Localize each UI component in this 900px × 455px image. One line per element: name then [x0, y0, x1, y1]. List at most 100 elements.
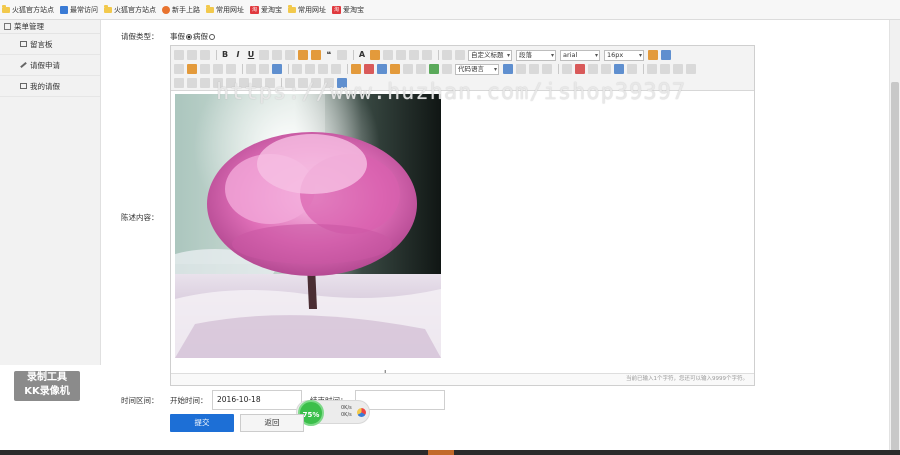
row-spacing-icon[interactable]	[442, 50, 452, 60]
time-range-label: 时间区间：	[121, 396, 159, 405]
insert-frame-icon[interactable]	[403, 64, 413, 74]
select-all-icon[interactable]	[409, 50, 419, 60]
scrollbar-thumb[interactable]	[891, 82, 899, 455]
heading-select[interactable]: 自定义标题	[468, 49, 512, 61]
browser-logo-icon	[357, 408, 366, 417]
pasteplain-icon[interactable]	[337, 50, 347, 60]
superscript-icon[interactable]	[272, 50, 282, 60]
page-scrollbar[interactable]	[889, 20, 900, 455]
screenshot-icon[interactable]	[377, 64, 387, 74]
format-painter-icon[interactable]	[298, 50, 308, 60]
back-button[interactable]: 返回	[240, 414, 304, 432]
fullscreen-icon[interactable]	[661, 50, 671, 60]
strike-icon[interactable]	[259, 50, 269, 60]
recorder-watermark: 录制工具 KK录像机	[14, 371, 80, 401]
redo-icon[interactable]	[200, 50, 210, 60]
line-height-icon[interactable]	[455, 50, 465, 60]
music-icon[interactable]	[516, 64, 526, 74]
start-time-label: 开始时间：	[170, 396, 208, 405]
folder-icon	[288, 4, 296, 13]
align-right-icon[interactable]	[213, 64, 223, 74]
url-watermark: https://www.huzhan.com/ishop39397	[216, 80, 687, 105]
radio-personal-leave[interactable]	[186, 34, 192, 40]
sidebar-header[interactable]: 菜单管理	[0, 20, 100, 34]
subscript-icon[interactable]	[285, 50, 295, 60]
sidebar-item-message-board[interactable]: 留言板	[0, 34, 100, 55]
clear-doc-icon[interactable]	[422, 50, 432, 60]
submit-button[interactable]: 提交	[170, 414, 234, 432]
sidebar-item-my-leave[interactable]: 我的请假	[0, 76, 100, 97]
horizontal-rule-icon[interactable]	[562, 64, 572, 74]
bookmark-item[interactable]: 火狐官方站点	[2, 4, 54, 15]
bookmark-item[interactable]: 淘爱淘宝	[332, 5, 364, 15]
font-size-select[interactable]: 16px	[604, 49, 644, 61]
delete-col-icon[interactable]	[187, 78, 197, 88]
merge-cells-icon[interactable]	[200, 78, 210, 88]
font-color-icon[interactable]: A	[357, 50, 367, 60]
wordimage-icon[interactable]	[627, 64, 637, 74]
indent-icon[interactable]	[174, 64, 184, 74]
clear-format-icon[interactable]	[311, 50, 321, 60]
source-icon[interactable]	[174, 50, 184, 60]
insert-code-icon[interactable]	[416, 64, 426, 74]
quote-icon[interactable]: ❝	[324, 50, 334, 60]
undo-icon[interactable]	[187, 50, 197, 60]
template-icon[interactable]	[442, 64, 452, 74]
sidebar-item-leave-request[interactable]: 请假申请	[0, 55, 100, 76]
image-center-icon[interactable]	[331, 64, 341, 74]
page-break-icon[interactable]	[429, 64, 439, 74]
image-left-icon[interactable]	[305, 64, 315, 74]
editor-content-area[interactable]	[171, 92, 754, 372]
message-icon	[20, 41, 27, 47]
anchor-icon[interactable]	[272, 64, 282, 74]
font-family-select[interactable]: arial	[560, 49, 600, 61]
direction-icon[interactable]	[648, 50, 658, 60]
menu-icon	[4, 23, 11, 30]
delete-row-icon[interactable]	[686, 64, 696, 74]
sidebar: 菜单管理 留言板 请假申请 我的请假	[0, 20, 101, 365]
insert-row-icon[interactable]	[673, 64, 683, 74]
delete-table-icon[interactable]	[660, 64, 670, 74]
insert-col-icon[interactable]	[174, 78, 184, 88]
background-icon[interactable]	[542, 64, 552, 74]
ordered-list-icon[interactable]	[383, 50, 393, 60]
bookmark-item[interactable]: 淘爱淘宝	[250, 5, 282, 15]
pen-icon	[20, 61, 27, 69]
start-time-input[interactable]: 2016-10-18	[212, 390, 302, 410]
time-icon[interactable]	[588, 64, 598, 74]
network-speed-widget[interactable]: 75% 0K/s 0K/s	[296, 400, 370, 426]
align-left-icon[interactable]	[187, 64, 197, 74]
bookmark-item[interactable]: 火狐官方站点	[104, 4, 156, 15]
bookmark-item[interactable]: 最常访问	[60, 5, 98, 15]
blossom-tree-image[interactable]	[175, 94, 441, 358]
unlink-icon[interactable]	[259, 64, 269, 74]
italic-icon[interactable]: I	[233, 50, 243, 60]
paragraph-select[interactable]: 段落	[516, 49, 556, 61]
align-center-icon[interactable]	[200, 64, 210, 74]
unordered-list-icon[interactable]	[396, 50, 406, 60]
bookmark-item[interactable]: 新手上路	[162, 5, 200, 15]
folder-icon	[2, 4, 10, 13]
date-icon[interactable]	[575, 64, 585, 74]
taskbar-item[interactable]	[428, 450, 454, 455]
emotion-icon[interactable]	[364, 64, 374, 74]
insert-table-icon[interactable]	[647, 64, 657, 74]
radio-sick-leave[interactable]	[209, 34, 215, 40]
underline-icon[interactable]: U	[246, 50, 256, 60]
image-right-icon[interactable]	[318, 64, 328, 74]
image-icon[interactable]	[351, 64, 361, 74]
bookmark-item[interactable]: 常用网址	[206, 4, 244, 15]
bookmark-item[interactable]: 常用网址	[288, 4, 326, 15]
highlight-icon[interactable]	[370, 50, 380, 60]
link-icon[interactable]	[246, 64, 256, 74]
image-float-icon[interactable]	[292, 64, 302, 74]
snapscreen-icon[interactable]	[614, 64, 624, 74]
special-char-icon[interactable]	[601, 64, 611, 74]
list-icon	[20, 83, 27, 89]
video-icon[interactable]	[529, 64, 539, 74]
align-justify-icon[interactable]	[226, 64, 236, 74]
bold-icon[interactable]: B	[220, 50, 230, 60]
map-icon[interactable]	[390, 64, 400, 74]
attachment-icon[interactable]	[503, 64, 513, 74]
code-language-select[interactable]: 代码语言	[455, 63, 499, 75]
